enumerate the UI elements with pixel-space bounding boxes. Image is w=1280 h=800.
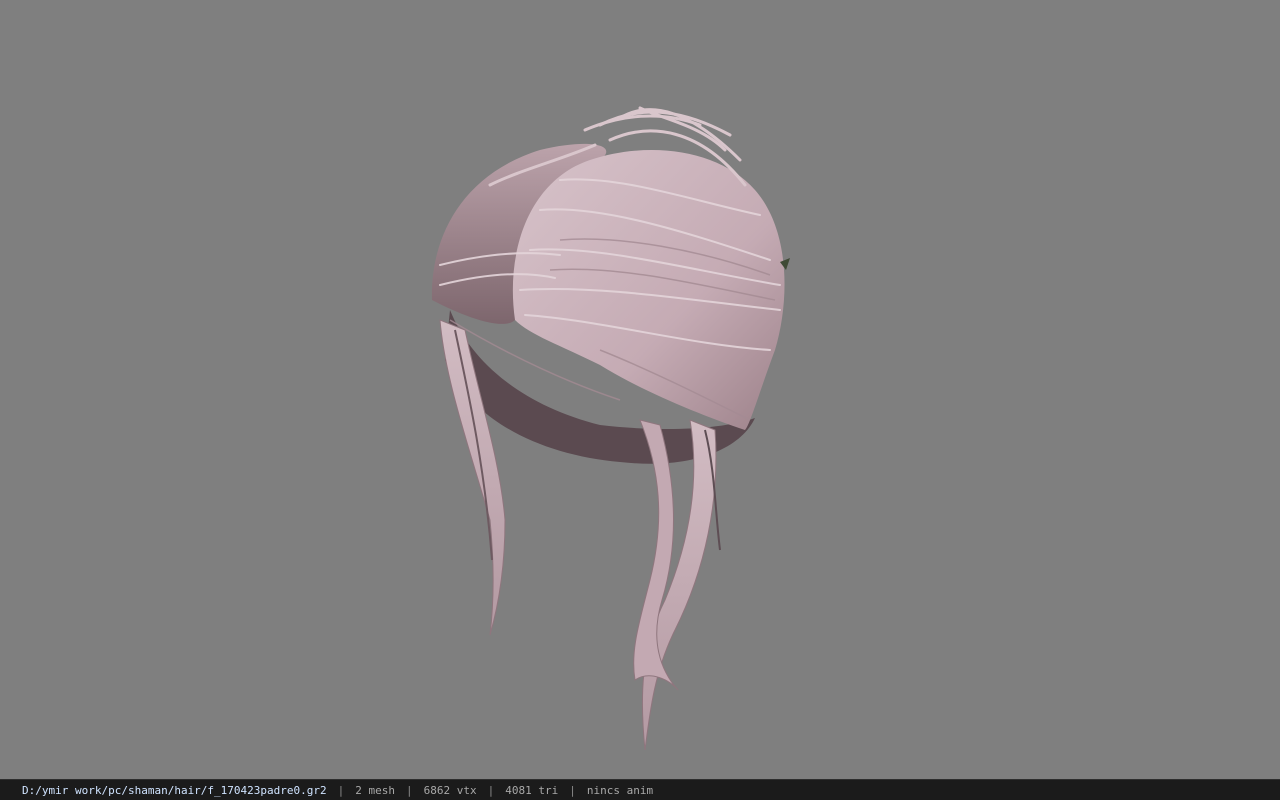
status-separator: | — [569, 783, 576, 797]
vertex-count-label: 6862 vtx — [423, 783, 477, 797]
triangle-count-label: 4081 tri — [505, 783, 559, 797]
anim-status-label: nincs anim — [586, 783, 654, 797]
mesh-count-label: 2 mesh — [355, 783, 396, 797]
file-path-label: D:/ymir work/pc/shaman/hair/f_170423padr… — [22, 783, 327, 797]
hair-strand-left — [439, 319, 506, 636]
status-separator: | — [406, 783, 413, 797]
status-bar: D:/ymir work/pc/shaman/hair/f_170423padr… — [0, 779, 1280, 800]
3d-viewport[interactable] — [0, 0, 1280, 779]
status-separator: | — [487, 783, 495, 797]
hair-model-render[interactable] — [0, 0, 1280, 779]
status-separator: | — [337, 783, 345, 797]
